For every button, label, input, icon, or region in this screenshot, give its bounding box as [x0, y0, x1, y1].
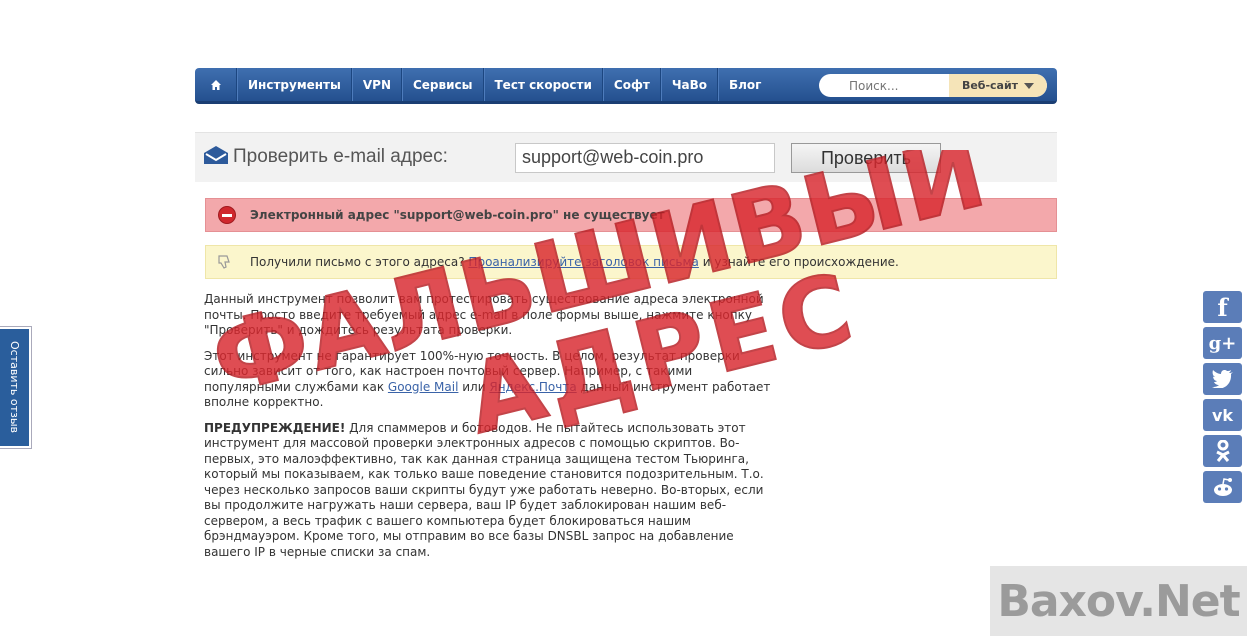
nav-item-tools[interactable]: Инструменты [237, 68, 352, 101]
watermark: Baxov.Net [990, 566, 1247, 636]
nav-item-faq[interactable]: ЧаВо [660, 68, 718, 101]
vk-icon[interactable]: vk [1203, 399, 1242, 431]
odnoklassniki-icon[interactable] [1203, 435, 1242, 467]
search-scope-dropdown[interactable]: Веб-сайт [949, 74, 1047, 97]
reddit-icon[interactable] [1203, 471, 1242, 503]
top-nav: Инструменты VPN Сервисы Тест скорости Со… [195, 68, 1057, 104]
search-input[interactable] [819, 74, 949, 97]
facebook-icon[interactable]: f [1203, 291, 1242, 323]
fake-address-stamp: ФАЛЬШИВЫЙ АДРЕС [200, 150, 998, 456]
social-share-bar: f g+ vk [1203, 291, 1242, 507]
home-icon [210, 79, 221, 90]
nav-item-services[interactable]: Сервисы [401, 68, 484, 101]
nav-item-vpn[interactable]: VPN [351, 68, 402, 101]
feedback-tab[interactable]: Оставить отзыв [0, 327, 31, 448]
twitter-icon[interactable] [1203, 363, 1242, 395]
google-plus-icon[interactable]: g+ [1203, 327, 1242, 359]
nav-item-speedtest[interactable]: Тест скорости [483, 68, 603, 101]
watermark-text: Baxov.Net [997, 575, 1240, 627]
search-scope-label: Веб-сайт [961, 79, 1019, 92]
nav-item-software[interactable]: Софт [602, 68, 661, 101]
home-button[interactable] [195, 68, 237, 101]
chevron-down-icon [1024, 82, 1035, 89]
feedback-label: Оставить отзыв [8, 341, 21, 434]
site-search: Веб-сайт [819, 74, 1047, 97]
nav-item-blog[interactable]: Блог [718, 68, 771, 101]
